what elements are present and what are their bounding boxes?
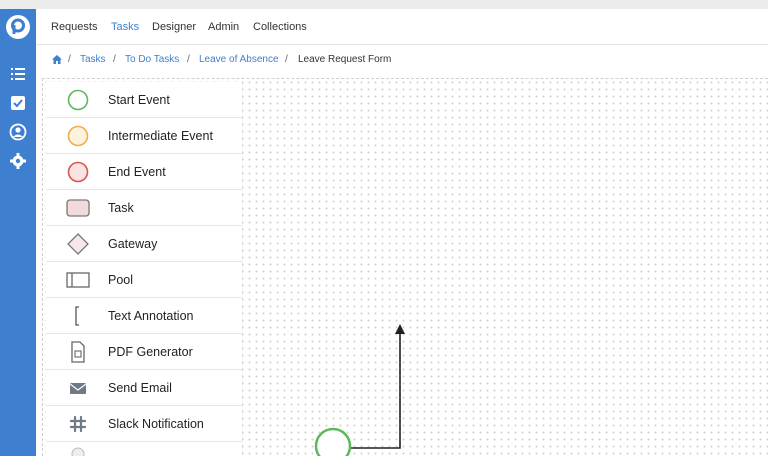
nav-admin[interactable]: Admin <box>208 21 239 33</box>
gateway-icon <box>67 233 89 255</box>
partial-item-icon <box>71 447 85 456</box>
palette-item-partial[interactable] <box>46 442 242 456</box>
breadcrumb-leave-of-absence[interactable]: Leave of Absence <box>199 54 279 65</box>
send-email-icon <box>69 383 87 394</box>
list-icon[interactable] <box>8 64 28 84</box>
nav-requests[interactable]: Requests <box>51 21 97 33</box>
top-nav: Requests Tasks Designer Admin Collection… <box>36 9 768 45</box>
process-flow <box>314 324 405 456</box>
end-event-icon <box>67 161 89 183</box>
start-event-icon <box>67 89 89 111</box>
breadcrumb-separator: / <box>68 54 71 65</box>
palette-item-label: Task <box>108 201 134 215</box>
palette-item-start-event[interactable]: Start Event <box>46 82 242 118</box>
palette-item-intermediate-event[interactable]: Intermediate Event <box>46 118 242 154</box>
breadcrumb-current-page: Leave Request Form <box>298 54 392 65</box>
breadcrumb-separator: / <box>187 54 190 65</box>
palette-item-label: Text Annotation <box>108 309 194 323</box>
gear-icon[interactable] <box>8 151 28 171</box>
palette-item-pool[interactable]: Pool <box>46 262 242 298</box>
logo-icon[interactable] <box>4 13 32 41</box>
start-event-node[interactable] <box>314 427 352 456</box>
sequence-flow-arrow[interactable] <box>350 332 401 449</box>
home-icon[interactable] <box>52 55 62 64</box>
nav-collections[interactable]: Collections <box>253 21 307 33</box>
palette-item-text-annotation[interactable]: Text Annotation <box>46 298 242 334</box>
text-annotation-icon <box>75 306 79 326</box>
window-top-strip <box>0 0 768 9</box>
palette-item-gateway[interactable]: Gateway <box>46 226 242 262</box>
palette-item-label: End Event <box>108 165 166 179</box>
breadcrumb-tasks[interactable]: Tasks <box>80 54 106 65</box>
palette-item-pdf-generator[interactable]: PDF Generator <box>46 334 242 370</box>
breadcrumb-separator: / <box>113 54 116 65</box>
sidebar <box>0 9 36 456</box>
breadcrumb: / Tasks / To Do Tasks / Leave of Absence… <box>36 45 768 75</box>
palette-item-label: Intermediate Event <box>108 129 213 143</box>
checkbox-icon[interactable] <box>8 93 28 113</box>
palette-item-label: Gateway <box>108 237 158 251</box>
control-palette: Start Event Intermediate Event End Event… <box>46 82 242 456</box>
nav-designer[interactable]: Designer <box>152 21 196 33</box>
palette-item-task[interactable]: Task <box>46 190 242 226</box>
breadcrumb-separator: / <box>285 54 288 65</box>
nav-tasks[interactable]: Tasks <box>111 21 139 33</box>
user-circle-icon[interactable] <box>8 122 28 142</box>
intermediate-event-icon <box>67 125 89 147</box>
task-icon <box>66 199 90 217</box>
breadcrumb-to-do-tasks[interactable]: To Do Tasks <box>125 54 179 65</box>
palette-item-label: Send Email <box>108 381 172 395</box>
palette-item-label: Pool <box>108 273 134 287</box>
arrowhead-icon <box>395 324 405 334</box>
palette-item-label: PDF Generator <box>108 345 193 359</box>
palette-item-label: Slack Notification <box>108 417 204 431</box>
palette-item-slack-notification[interactable]: Slack Notification <box>46 406 242 442</box>
pool-icon <box>66 272 90 288</box>
palette-item-end-event[interactable]: End Event <box>46 154 242 190</box>
palette-item-send-email[interactable]: Send Email <box>46 370 242 406</box>
slack-notification-icon <box>69 415 87 433</box>
palette-item-label: Start Event <box>108 93 170 107</box>
pdf-generator-icon <box>71 341 85 363</box>
